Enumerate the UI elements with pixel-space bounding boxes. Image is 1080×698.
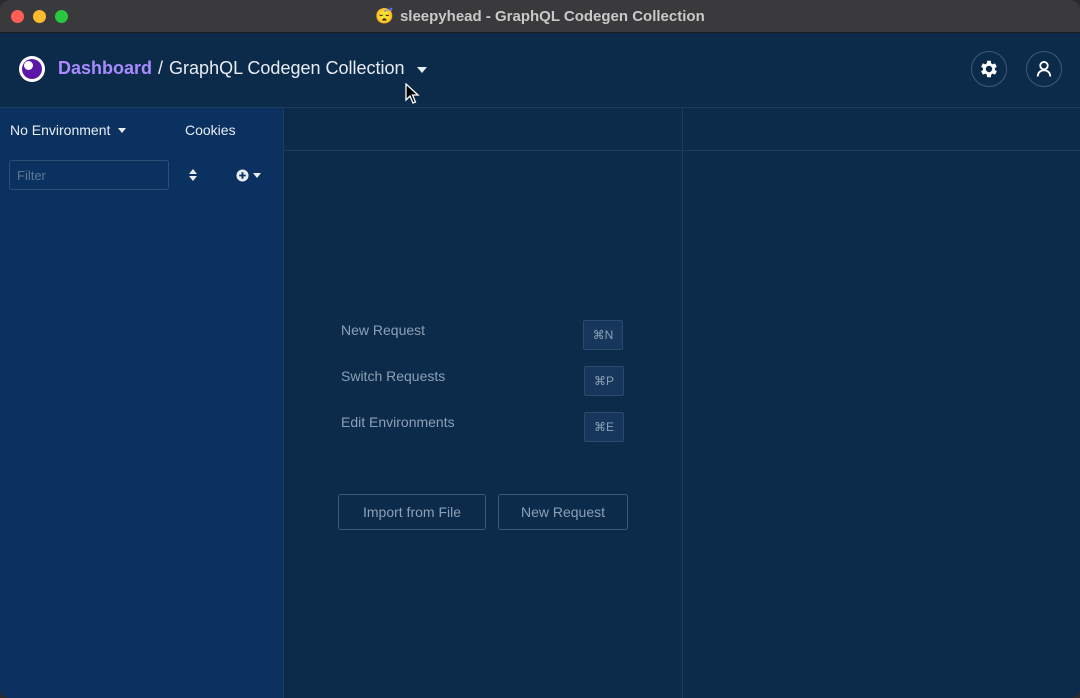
shortcut-switch-requests-key: ⌘P [584, 366, 624, 396]
breadcrumb-separator: / [158, 58, 164, 78]
breadcrumb-dashboard-link[interactable]: Dashboard [58, 58, 152, 79]
environment-label: No Environment [10, 122, 111, 138]
title-bar: 😴 sleepyhead - GraphQL Codegen Collectio… [0, 0, 1080, 33]
app-logo-icon[interactable] [19, 56, 45, 82]
new-request-button[interactable]: New Request [498, 494, 628, 530]
breadcrumb: Dashboard / GraphQL Codegen Collection [58, 58, 427, 79]
import-from-file-button[interactable]: Import from File [338, 494, 486, 530]
shortcut-new-request-label: New Request [341, 322, 426, 338]
mouse-pointer-icon [405, 83, 420, 104]
environment-chevron-down-icon [118, 127, 127, 133]
account-button[interactable] [1026, 51, 1062, 87]
response-status-bar [683, 108, 1080, 151]
sort-icon[interactable] [188, 168, 198, 182]
gear-icon [981, 60, 997, 78]
window-title: 😴 sleepyhead - GraphQL Codegen Collectio… [0, 0, 1080, 32]
shortcut-edit-environments-label: Edit Environments [341, 414, 455, 430]
shortcut-edit-environments-key: ⌘E [584, 412, 624, 442]
shortcut-switch-requests-label: Switch Requests [341, 368, 446, 384]
collection-dropdown-chevron-down-icon[interactable] [416, 66, 427, 73]
shortcut-new-request-key: ⌘N [583, 320, 623, 350]
app-header: Dashboard / GraphQL Codegen Collection [0, 33, 1080, 108]
create-new-button[interactable] [236, 169, 261, 182]
settings-button[interactable] [971, 51, 1007, 87]
sidebar: No Environment Cookies [0, 108, 284, 698]
environment-selector[interactable]: No Environment [10, 122, 127, 138]
filter-input[interactable] [9, 160, 169, 190]
cookies-button[interactable]: Cookies [185, 122, 236, 138]
window-title-text: sleepyhead - GraphQL Codegen Collection [399, 7, 705, 25]
collection-name[interactable]: GraphQL Codegen Collection [169, 58, 404, 79]
request-pane: New Request ⌘N Switch Requests ⌘P Edit E… [284, 108, 683, 698]
user-icon [1036, 61, 1052, 77]
response-pane [683, 108, 1080, 698]
request-url-bar [284, 108, 682, 151]
app-window: 😴 sleepyhead - GraphQL Codegen Collectio… [0, 0, 1080, 698]
plus-circle-icon [236, 169, 249, 182]
sleepy-face-icon: 😴 [375, 8, 394, 25]
create-chevron-down-icon [253, 173, 261, 178]
